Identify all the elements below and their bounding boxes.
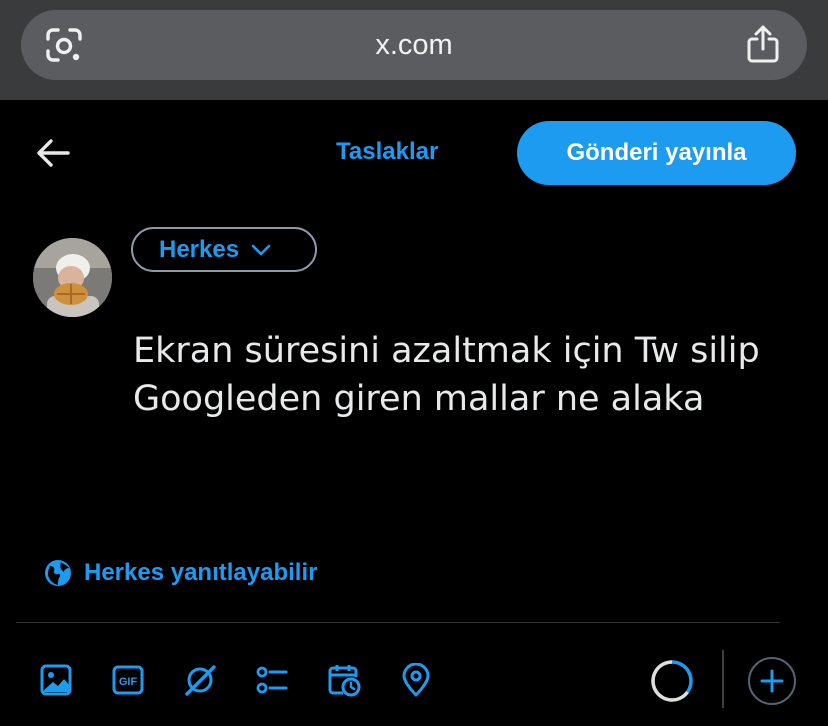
- audience-label: Herkes: [159, 235, 240, 263]
- gif-button[interactable]: GIF: [110, 660, 146, 700]
- chevron-down-icon: [251, 244, 271, 255]
- browser-bar: x.com: [0, 0, 828, 100]
- grok-button[interactable]: [182, 660, 218, 700]
- location-icon: [402, 663, 430, 697]
- poll-button[interactable]: [254, 660, 290, 700]
- character-count-progress: [651, 660, 693, 702]
- reply-setting[interactable]: Herkes yanıtlayabilir: [44, 559, 317, 587]
- add-post-button[interactable]: [748, 657, 796, 705]
- gif-icon: GIF: [112, 665, 144, 695]
- toolbar-divider: [16, 622, 780, 623]
- audience-selector[interactable]: Herkes: [131, 227, 317, 272]
- address-bar[interactable]: x.com: [21, 10, 807, 80]
- add-icon: [760, 669, 784, 693]
- image-button[interactable]: [38, 660, 74, 700]
- schedule-icon: [328, 665, 361, 697]
- globe-icon: [45, 560, 71, 586]
- url-text[interactable]: x.com: [21, 10, 807, 80]
- share-icon[interactable]: [745, 24, 781, 64]
- publish-button[interactable]: Gönderi yayınla: [517, 121, 796, 185]
- grok-icon: [185, 665, 216, 696]
- reply-setting-label: Herkes yanıtlayabilir: [84, 559, 318, 586]
- avatar[interactable]: [33, 238, 112, 317]
- schedule-button[interactable]: [326, 660, 362, 700]
- image-icon: [40, 664, 72, 696]
- tweet-text-input[interactable]: Ekran süresini azaltmak için Tw silip Go…: [133, 327, 813, 423]
- poll-icon: [256, 666, 288, 694]
- arrow-left-icon[interactable]: [33, 136, 73, 170]
- drafts-link[interactable]: Taslaklar: [336, 138, 438, 166]
- avatar-photo: [33, 238, 112, 317]
- gif-label: GIF: [119, 676, 138, 688]
- location-button[interactable]: [398, 660, 434, 700]
- toolbar-separator: [722, 650, 724, 708]
